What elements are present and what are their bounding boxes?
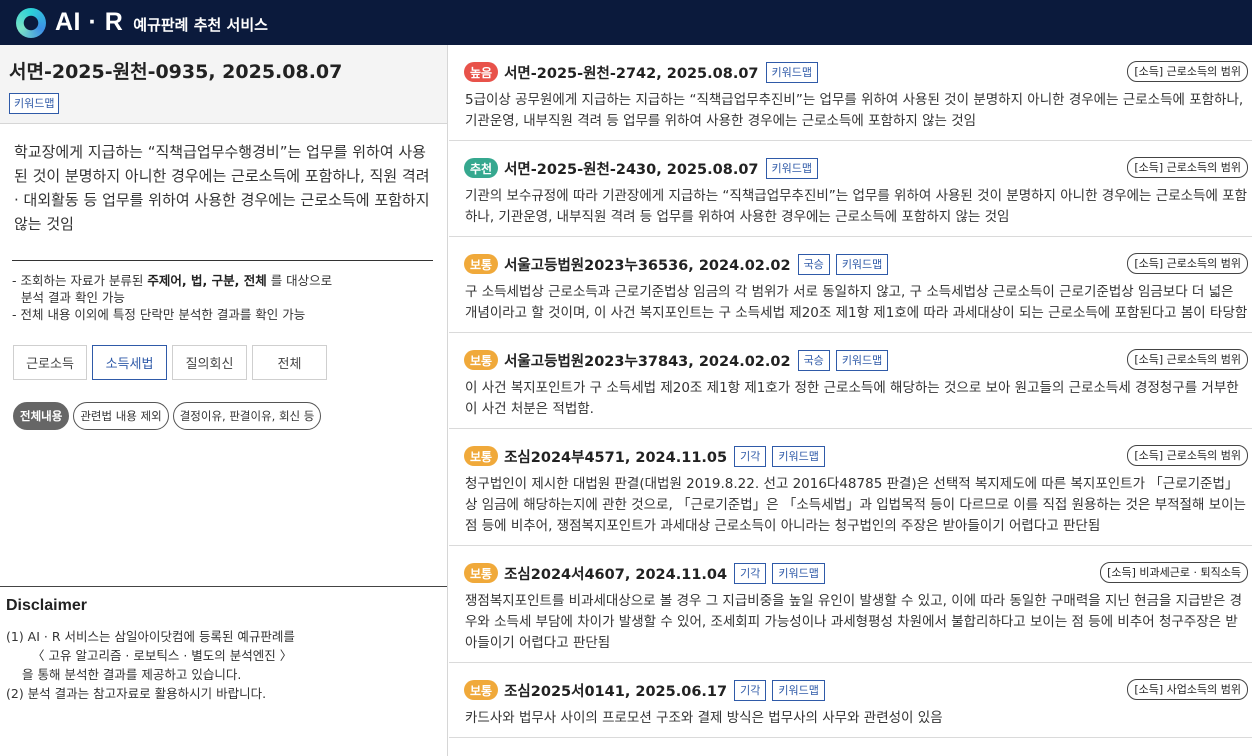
verdict-tag: 국승 [797, 349, 830, 371]
pill-decision-reasons[interactable]: 결정이유, 판결이유, 회신 등 [172, 402, 322, 430]
case-summary: 5급이상 공무원에게 지급하는 지급하는 “직책급업무추진비”는 업무를 위하여… [465, 92, 1244, 129]
keyword-map-button[interactable]: 키워드맵 [765, 61, 818, 83]
selected-case-title: 서면-2025-원천-0935, 2025.08.07 [9, 61, 343, 83]
list-item[interactable]: 보통 조심2025서0141, 2025.06.17 기각 키워드맵 [소득] … [449, 663, 1252, 738]
relevance-badge: 높음 [464, 62, 499, 82]
case-summary: 쟁점복지포인트를 비과세대상으로 볼 경우 그 지급비중을 높일 유인이 발생할… [465, 593, 1243, 651]
pill-full-content[interactable]: 전체내용 [13, 402, 70, 430]
case-title[interactable]: 조심2025서0141, 2025.06.17 [504, 680, 727, 701]
case-title[interactable]: 조심2024서4607, 2024.11.04 [504, 563, 727, 584]
paragraph-filter-pills: 전체내용 관련법 내용 제외 결정이유, 판결이유, 회신 등 [0, 380, 447, 430]
keyword-map-button[interactable]: 키워드맵 [772, 679, 825, 701]
keyword-map-button[interactable]: 키워드맵 [772, 445, 825, 467]
case-title[interactable]: 서울고등법원2023누36536, 2024.02.02 [504, 254, 790, 275]
relevance-badge: 보통 [464, 254, 499, 274]
results-list: 높음 서면-2025-원천-2742, 2025.08.07 키워드맵 [소득]… [449, 45, 1252, 756]
category-badge: [소득] 근로소득의 범위 [1127, 253, 1248, 274]
verdict-tag: 기각 [734, 679, 767, 701]
list-item[interactable]: 보통 서울고등법원2023누36536, 2024.02.02 국승 키워드맵 … [449, 237, 1252, 333]
tab-all[interactable]: 전체 [252, 345, 327, 380]
case-title[interactable]: 서면-2025-원천-2430, 2025.08.07 [504, 158, 758, 179]
case-summary: 청구법인이 제시한 대법원 판결(대법원 2019.8.22. 선고 2016다… [465, 476, 1246, 534]
note-line-2: 분석 결과 확인 가능 [21, 290, 125, 305]
service-name: 예규판례 추천 서비스 [133, 15, 268, 34]
tab-earned-income[interactable]: 근로소득 [13, 345, 87, 380]
disclaimer-line-2: 〈 고유 알고리즘 · 로보틱스 · 별도의 분석엔진 〉 [32, 648, 293, 663]
relevance-badge: 보통 [464, 563, 499, 583]
category-badge: [소득] 사업소득의 범위 [1127, 679, 1248, 700]
list-item[interactable]: 보통 서울고등법원2023누37843, 2024.02.02 국승 키워드맵 … [449, 333, 1252, 429]
category-badge: [소득] 근로소득의 범위 [1127, 349, 1248, 370]
relevance-badge: 보통 [464, 680, 499, 700]
keyword-map-button[interactable]: 키워드맵 [9, 93, 60, 114]
category-badge: [소득] 근로소득의 범위 [1127, 61, 1248, 82]
tab-income-tax-law[interactable]: 소득세법 [92, 345, 167, 380]
note-line-3: - 전체 내용 이외에 특정 단락만 분석한 결과를 확인 가능 [12, 307, 306, 322]
verdict-tag: 기각 [734, 445, 767, 467]
logo-icon[interactable] [16, 7, 46, 38]
left-panel: 서면-2025-원천-0935, 2025.08.07 키워드맵 학교장에게 지… [0, 45, 448, 756]
case-summary: 카드사와 법무사 사이의 프로모션 구조와 결제 방식은 법무사의 사무와 관련… [465, 710, 943, 726]
relevance-badge: 보통 [464, 446, 499, 466]
list-item[interactable]: 보통 조심2024부4571, 2024.11.05 기각 키워드맵 [소득] … [449, 429, 1252, 546]
list-item[interactable]: 보통 조심2024서4607, 2024.11.04 기각 키워드맵 [소득] … [449, 546, 1252, 663]
verdict-tag: 기각 [734, 562, 767, 584]
top-header: AI · R 예규판례 추천 서비스 [0, 0, 1252, 45]
category-badge: [소득] 비과세근로 · 퇴직소득 [1100, 562, 1248, 583]
relevance-badge: 추천 [464, 158, 499, 178]
disclaimer: Disclaimer (1) AI · R 서비스는 삼일아이닷컴에 등록된 예… [0, 586, 447, 703]
pill-exclude-related-law[interactable]: 관련법 내용 제외 [73, 402, 169, 430]
logo-text[interactable]: AI · R [55, 8, 123, 37]
disclaimer-line-4: (2) 분석 결과는 참고자료로 활용하시기 바랍니다. [6, 686, 267, 701]
keyword-map-button[interactable]: 키워드맵 [765, 157, 818, 179]
tab-inquiry-reply[interactable]: 질의회신 [172, 345, 247, 380]
analysis-target-tabs: 근로소득 소득세법 질의회신 전체 [0, 323, 447, 380]
selected-case-summary: 학교장에게 지급하는 “직책급업무수행경비”는 업무를 위하여 사용된 것이 분… [14, 143, 430, 233]
case-summary: 이 사건 복지포인트가 구 소득세법 제20조 제1항 제1호가 정한 근로소득… [465, 380, 1239, 417]
case-summary: 기관의 보수규정에 따라 기관장에게 지급하는 “직책급업무추진비”는 업무를 … [465, 188, 1248, 225]
disclaimer-line-3: 을 통해 분석한 결과를 제공하고 있습니다. [22, 667, 242, 682]
selected-case-header: 서면-2025-원천-0935, 2025.08.07 키워드맵 [0, 45, 447, 124]
case-title[interactable]: 조심2024부4571, 2024.11.05 [504, 446, 727, 467]
note-line-1: - 조회하는 자료가 분류된 주제어, 법, 구분, 전체 를 대상으로 [12, 273, 333, 288]
list-item[interactable]: 높음 서면-2025-원천-2742, 2025.08.07 키워드맵 [소득]… [449, 45, 1252, 141]
case-title[interactable]: 서면-2025-원천-2742, 2025.08.07 [504, 62, 758, 83]
disclaimer-line-1: (1) AI · R 서비스는 삼일아이닷컴에 등록된 예규판례를 [6, 629, 295, 644]
keyword-map-button[interactable]: 키워드맵 [835, 349, 889, 371]
relevance-badge: 보통 [464, 350, 499, 370]
notes: - 조회하는 자료가 분류된 주제어, 법, 구분, 전체 를 대상으로 분석 … [0, 261, 447, 323]
verdict-tag: 국승 [797, 253, 830, 275]
list-item[interactable]: 추천 서면-2025-원천-2430, 2025.08.07 키워드맵 [소득]… [449, 141, 1252, 237]
case-summary: 구 소득세법상 근로소득과 근로기준법상 임금의 각 범위가 서로 동일하지 않… [465, 284, 1248, 321]
disclaimer-title: Disclaimer [6, 597, 87, 614]
category-badge: [소득] 근로소득의 범위 [1127, 445, 1248, 466]
category-badge: [소득] 근로소득의 범위 [1127, 157, 1248, 178]
keyword-map-button[interactable]: 키워드맵 [835, 253, 889, 275]
case-title[interactable]: 서울고등법원2023누37843, 2024.02.02 [504, 350, 790, 371]
keyword-map-button[interactable]: 키워드맵 [772, 562, 825, 584]
